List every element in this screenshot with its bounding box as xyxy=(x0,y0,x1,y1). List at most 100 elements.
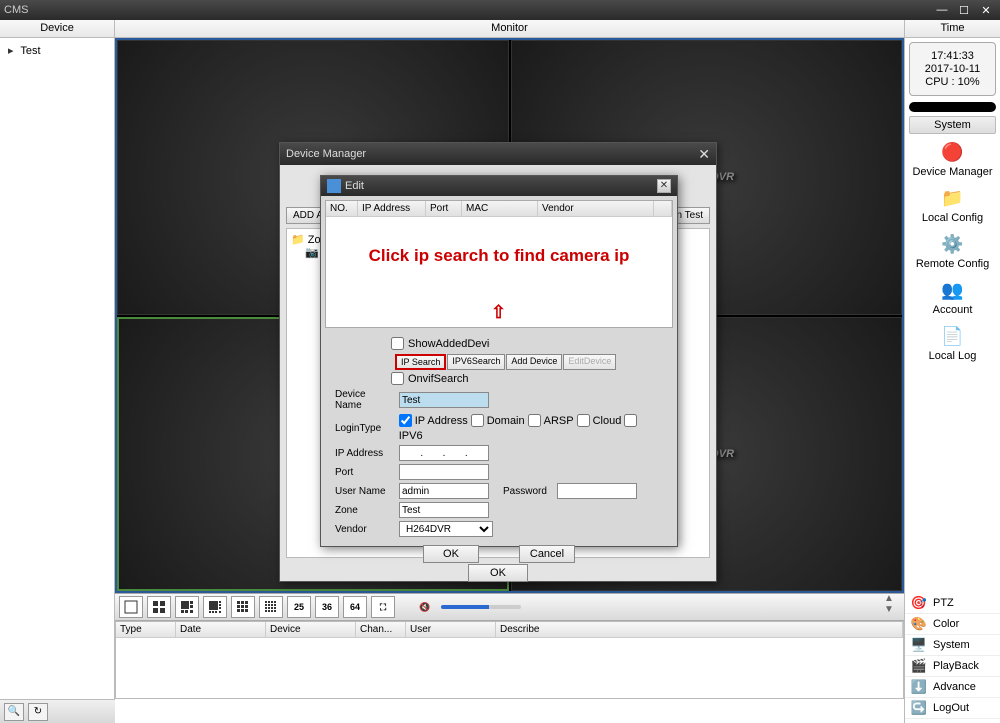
logout-button[interactable]: ↪️LogOut xyxy=(905,698,1000,719)
ip-address-label: IP Address xyxy=(335,448,395,459)
log-icon: 📄 xyxy=(941,324,965,348)
refresh-icon[interactable]: ↻ xyxy=(28,703,48,721)
left-bottom-toolbar: 🔍 ↻ xyxy=(0,699,115,723)
local-log-button[interactable]: 📄 Local Log xyxy=(905,320,1000,366)
window-titlebar: CMS — ☐ ✕ xyxy=(0,0,1000,20)
layout-6-button[interactable] xyxy=(175,596,199,618)
col-port[interactable]: Port xyxy=(426,201,462,216)
devmgr-close-icon[interactable]: ✕ xyxy=(698,146,710,163)
ptz-button[interactable]: 🎯PTZ xyxy=(905,593,1000,614)
monitor-panel-header: Monitor xyxy=(115,20,904,37)
col-mac[interactable]: MAC xyxy=(462,201,538,216)
col-no[interactable]: NO. xyxy=(326,201,358,216)
logout-icon: ↪️ xyxy=(911,700,927,716)
playback-button[interactable]: 🎬PlayBack xyxy=(905,656,1000,677)
device-manager-button[interactable]: 🔴 Device Manager xyxy=(905,136,1000,182)
zone-input[interactable] xyxy=(399,502,489,518)
layout-25-button[interactable]: 25 xyxy=(287,596,311,618)
account-button[interactable]: 👥 Account xyxy=(905,274,1000,320)
col-describe[interactable]: Describe xyxy=(496,622,903,637)
onvif-search-checkbox[interactable] xyxy=(391,372,404,385)
volume-slider[interactable] xyxy=(441,605,521,609)
layout-36-button[interactable]: 36 xyxy=(315,596,339,618)
edit-close-icon[interactable]: ✕ xyxy=(657,179,671,193)
system-icon: 🖥️ xyxy=(911,637,927,653)
right-panel: 17:41:33 2017-10-11 CPU : 10% System 🔴 D… xyxy=(904,38,1000,593)
logintype-domain-checkbox[interactable] xyxy=(471,414,484,427)
video-toolbar: 25 36 64 ⛶ 🔇 xyxy=(115,593,904,621)
palette-icon: 🎨 xyxy=(911,616,927,632)
zone-label: Zone xyxy=(335,505,395,516)
port-input[interactable] xyxy=(399,464,489,480)
devmgr-titlebar[interactable]: Device Manager ✕ xyxy=(280,143,716,165)
status-box: 17:41:33 2017-10-11 CPU : 10% xyxy=(909,42,996,96)
col-ip[interactable]: IP Address xyxy=(358,201,426,216)
layout-4-button[interactable] xyxy=(147,596,171,618)
scroll-arrows[interactable]: ▲▼ xyxy=(884,593,900,615)
password-label: Password xyxy=(503,486,553,497)
folder-icon: 📁 xyxy=(941,186,965,210)
col-vendor[interactable]: Vendor xyxy=(538,201,654,216)
edit-dialog-icon xyxy=(327,179,341,193)
logintype-ip-checkbox[interactable] xyxy=(399,414,412,427)
col-user[interactable]: User xyxy=(406,622,496,637)
col-spacer xyxy=(654,201,672,216)
edit-titlebar[interactable]: Edit ✕ xyxy=(321,176,677,196)
tree-root-item[interactable]: Test xyxy=(4,42,110,59)
status-time: 17:41:33 xyxy=(916,50,989,62)
logintype-ipv6-checkbox[interactable] xyxy=(624,414,637,427)
col-type[interactable]: Type xyxy=(116,622,176,637)
maximize-button[interactable]: ☐ xyxy=(954,3,974,17)
layout-16-button[interactable] xyxy=(259,596,283,618)
edit-cancel-button[interactable]: Cancel xyxy=(519,545,575,563)
arrow-up-icon: ⇧ xyxy=(491,302,506,323)
instruction-annotation: Click ip search to find camera ip xyxy=(326,246,672,266)
device-name-label: Device Name xyxy=(335,389,395,411)
log-table: Type Date Device Chan... User Describe xyxy=(115,621,904,699)
fullscreen-button[interactable]: ⛶ xyxy=(371,596,395,618)
ip-address-input[interactable] xyxy=(399,445,489,461)
vendor-label: Vendor xyxy=(335,524,395,535)
local-config-button[interactable]: 📁 Local Config xyxy=(905,182,1000,228)
record-icon: 🔴 xyxy=(941,140,965,164)
system-section-label: System xyxy=(909,116,996,134)
devmgr-title: Device Manager xyxy=(286,148,366,160)
status-date: 2017-10-11 xyxy=(916,63,989,75)
status-cpu: CPU : 10% xyxy=(916,76,989,88)
remote-config-button[interactable]: ⚙️ Remote Config xyxy=(905,228,1000,274)
ptz-icon: 🎯 xyxy=(911,595,927,611)
edit-device-btn[interactable]: EditDevice xyxy=(563,354,616,370)
vendor-select[interactable]: H264DVR xyxy=(399,521,493,537)
add-device-btn[interactable]: Add Device xyxy=(506,354,562,370)
layout-1-button[interactable] xyxy=(119,596,143,618)
film-icon: 🎬 xyxy=(911,658,927,674)
app-title: CMS xyxy=(4,4,28,16)
color-button[interactable]: 🎨Color xyxy=(905,614,1000,635)
edit-dialog: Edit ✕ NO. IP Address Port MAC Vendor Cl… xyxy=(320,175,678,547)
username-input[interactable] xyxy=(399,483,489,499)
show-added-checkbox[interactable] xyxy=(391,337,404,350)
time-panel-header: Time xyxy=(904,20,1000,37)
device-name-input[interactable] xyxy=(399,392,489,408)
search-icon[interactable]: 🔍 xyxy=(4,703,24,721)
logintype-arsp-checkbox[interactable] xyxy=(528,414,541,427)
system-button[interactable]: 🖥️System xyxy=(905,635,1000,656)
layout-8-button[interactable] xyxy=(203,596,227,618)
minimize-button[interactable]: — xyxy=(932,3,952,17)
layout-64-button[interactable]: 64 xyxy=(343,596,367,618)
device-search-list: NO. IP Address Port MAC Vendor Click ip … xyxy=(325,200,673,328)
ipv6-search-button[interactable]: IPV6Search xyxy=(447,354,505,370)
edit-ok-button[interactable]: OK xyxy=(423,545,479,563)
device-panel-header: Device xyxy=(0,20,115,37)
col-device[interactable]: Device xyxy=(266,622,356,637)
tree-root-label: Test xyxy=(20,45,40,57)
layout-9-button[interactable] xyxy=(231,596,255,618)
password-input[interactable] xyxy=(557,483,637,499)
close-button[interactable]: ✕ xyxy=(976,3,996,17)
logintype-cloud-checkbox[interactable] xyxy=(577,414,590,427)
speaker-mute-icon[interactable]: 🔇 xyxy=(413,596,437,618)
ip-search-button[interactable]: IP Search xyxy=(395,354,446,370)
advance-button[interactable]: ⬇️Advance xyxy=(905,677,1000,698)
col-date[interactable]: Date xyxy=(176,622,266,637)
col-channel[interactable]: Chan... xyxy=(356,622,406,637)
